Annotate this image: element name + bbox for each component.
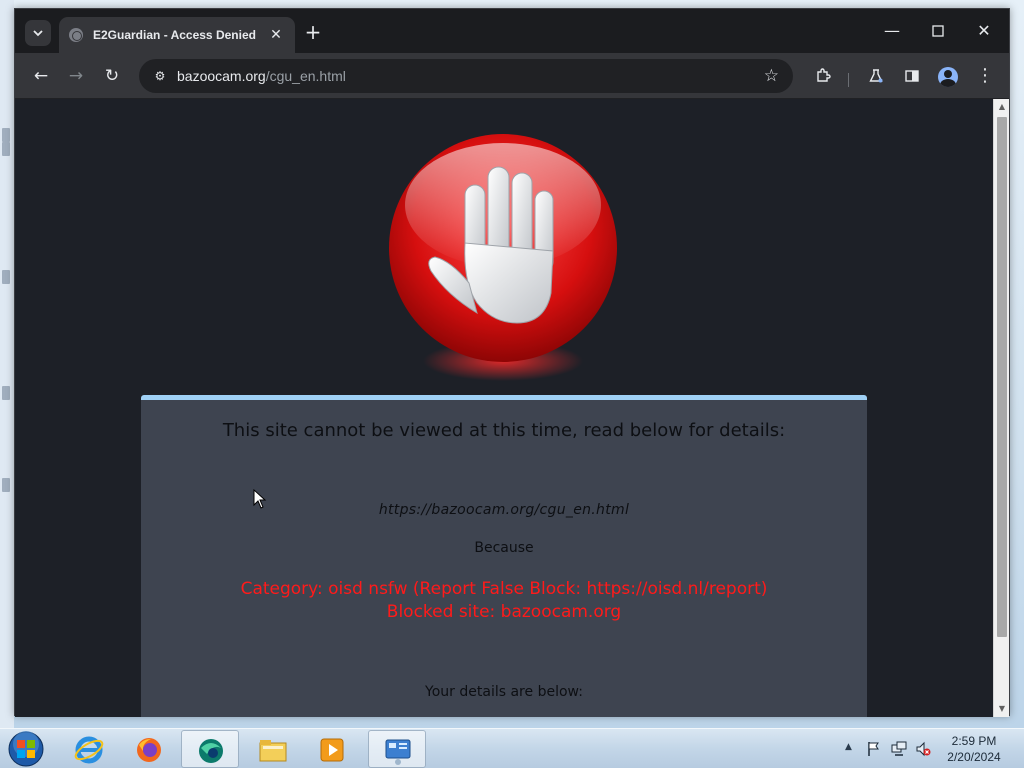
url-path: /cgu_en.html: [265, 68, 346, 84]
maximize-icon[interactable]: [923, 19, 953, 43]
profile-icon[interactable]: [938, 67, 958, 87]
toolbar-divider: [848, 73, 849, 87]
back-arrow-icon[interactable]: ←: [29, 64, 53, 88]
tab-close-icon[interactable]: ✕: [267, 27, 285, 43]
firefox-icon[interactable]: [120, 730, 178, 768]
tab-title: E2Guardian - Access Denied: [93, 28, 256, 42]
page-content: This site cannot be viewed at this time,…: [15, 99, 993, 717]
bookmark-star-icon[interactable]: ☆: [764, 66, 779, 86]
forward-arrow-icon[interactable]: →: [64, 64, 88, 88]
media-player-icon[interactable]: [304, 730, 362, 768]
control-panel-icon[interactable]: [368, 730, 426, 768]
internet-explorer-icon[interactable]: [60, 730, 118, 768]
clock-date: 2/20/2024: [947, 750, 1001, 764]
close-icon[interactable]: ✕: [969, 19, 999, 43]
address-bar[interactable]: ⚙ bazoocam.org/cgu_en.html ☆: [139, 59, 793, 93]
minimize-icon[interactable]: —: [877, 19, 907, 43]
tab-active[interactable]: E2Guardian - Access Denied ✕: [59, 17, 295, 53]
new-tab-button[interactable]: +: [301, 21, 325, 45]
browser-toolbar: ← → ↻ ⚙ bazoocam.org/cgu_en.html ☆ ⋮: [15, 53, 1009, 99]
because-label: Because: [474, 540, 534, 556]
volume-muted-icon[interactable]: [915, 741, 931, 757]
reload-icon[interactable]: ↻: [100, 64, 124, 88]
show-hidden-icons-arrow[interactable]: ▲: [845, 742, 852, 752]
url-text[interactable]: bazoocam.org/cgu_en.html: [177, 68, 764, 84]
tab-search-icon[interactable]: [25, 20, 51, 46]
block-message-panel: This site cannot be viewed at this time,…: [141, 395, 867, 717]
scroll-up-arrow-icon[interactable]: ▲: [994, 99, 1010, 115]
url-host: bazoocam.org: [177, 68, 266, 84]
menu-kebab-icon[interactable]: ⋮: [973, 64, 997, 88]
tab-strip: E2Guardian - Access Denied ✕ + — ✕: [15, 9, 1009, 53]
file-explorer-icon[interactable]: [244, 730, 302, 768]
browser-window: E2Guardian - Access Denied ✕ + — ✕ ← → ↻…: [14, 8, 1010, 717]
block-heading: This site cannot be viewed at this time,…: [222, 420, 786, 441]
clock-time: 2:59 PM: [951, 734, 997, 748]
stop-hand-icon: [389, 134, 617, 381]
extensions-icon[interactable]: [811, 64, 835, 88]
side-panel-icon[interactable]: [900, 64, 924, 88]
blocked-url: https://bazoocam.org/cgu_en.html: [378, 502, 630, 518]
details-label: Your details are below:: [425, 684, 583, 700]
block-reason: Category: oisd nsfw (Report False Block:…: [141, 578, 867, 624]
scroll-down-arrow-icon[interactable]: ▼: [994, 701, 1010, 717]
globe-favicon-icon: [69, 28, 83, 42]
site-info-icon[interactable]: ⚙: [151, 67, 169, 85]
mouse-cursor-icon: [253, 489, 267, 509]
desktop-background: [0, 0, 14, 728]
blocked-site: Blocked site: bazoocam.org: [386, 602, 622, 622]
windows-start-orb[interactable]: [6, 730, 46, 768]
page-scrollbar[interactable]: ▲ ▼: [993, 99, 1009, 717]
action-center-flag-icon[interactable]: [866, 741, 882, 757]
network-icon[interactable]: [891, 741, 907, 757]
block-category: Category: oisd nsfw (Report False Block:…: [240, 579, 768, 599]
windows-taskbar: ▲ 2:59 PM 2/20/2024: [0, 728, 1024, 768]
labs-flask-icon[interactable]: [864, 64, 888, 88]
taskbar-clock[interactable]: 2:59 PM 2/20/2024: [936, 733, 1012, 765]
browser-app-icon[interactable]: [181, 730, 239, 768]
scrollbar-thumb[interactable]: [997, 117, 1007, 637]
